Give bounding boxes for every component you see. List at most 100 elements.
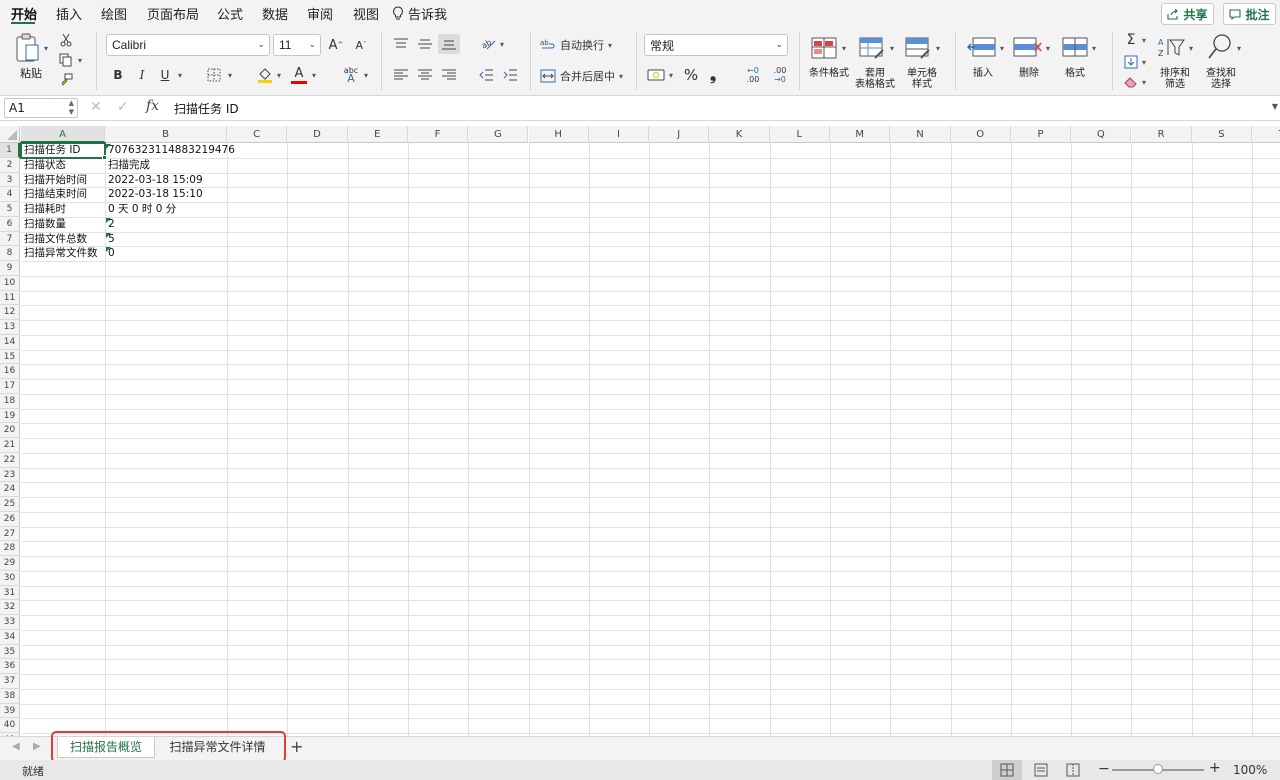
shrink-font-button[interactable]: Aˇ [352,36,370,54]
row-header-35[interactable]: 35 [0,644,20,660]
column-header-P[interactable]: P [1010,126,1072,143]
borders-button[interactable] [206,67,222,83]
cell-A8[interactable]: 扫描异常文件数 [21,246,98,261]
column-header-B[interactable]: B [105,126,227,143]
format-cells-dropdown-icon[interactable]: ▾ [1092,44,1096,53]
column-header-I[interactable]: I [588,126,650,143]
row-header-6[interactable]: 6 [0,216,20,232]
row-header-23[interactable]: 23 [0,467,20,483]
row-header-37[interactable]: 37 [0,674,20,689]
number-as-text-indicator[interactable] [106,232,111,238]
grow-font-button[interactable]: A ^ [327,36,345,54]
row-header-30[interactable]: 30 [0,570,20,586]
tab-review[interactable]: 审阅 [307,4,333,23]
column-header-T[interactable]: T [1252,126,1280,143]
row-header-2[interactable]: 2 [0,157,20,173]
zoom-level[interactable]: 100% [1233,763,1267,777]
scroll-sheets-left-icon[interactable]: ◀ [12,741,20,752]
column-header-K[interactable]: K [709,126,770,143]
row-header-16[interactable]: 16 [0,364,20,379]
increase-indent-button[interactable] [502,67,518,83]
zoom-slider-thumb[interactable] [1153,764,1163,774]
find-select-dropdown-icon[interactable]: ▾ [1237,44,1241,53]
cell-A7[interactable]: 扫描文件总数 [21,232,87,247]
phonetic-button[interactable]: abc A [340,66,362,85]
decrease-indent-button[interactable] [478,67,494,83]
paste-dropdown-icon[interactable]: ▾ [44,44,48,53]
find-select-button[interactable] [1206,32,1234,62]
row-header-24[interactable]: 24 [0,482,20,497]
align-bottom-button[interactable] [438,34,460,54]
tab-home[interactable]: 开始 [11,4,37,23]
tab-page-layout[interactable]: 页面布局 [147,4,199,23]
column-header-M[interactable]: M [830,126,891,143]
tab-draw[interactable]: 绘图 [101,4,127,23]
row-header-8[interactable]: 8 [0,246,20,261]
row-header-31[interactable]: 31 [0,585,20,601]
column-header-C[interactable]: C [227,126,288,143]
row-header-13[interactable]: 13 [0,320,20,335]
font-name-select[interactable]: Calibri ⌄ [106,34,270,56]
column-header-F[interactable]: F [407,126,469,143]
format-cells-button[interactable] [1061,34,1089,62]
format-painter-button[interactable] [58,72,74,88]
insert-function-button[interactable]: fx [146,98,159,114]
column-header-R[interactable]: R [1131,126,1192,143]
cell-B1[interactable]: 7076323114883219476 [105,143,235,158]
conditional-format-dropdown-icon[interactable]: ▾ [842,44,846,53]
cut-button[interactable] [58,32,74,48]
sort-filter-dropdown-icon[interactable]: ▾ [1189,44,1193,53]
scroll-sheets-right-icon[interactable]: ▶ [33,741,41,752]
confirm-entry-icon[interactable]: ✓ [117,99,129,115]
column-header-N[interactable]: N [890,126,951,143]
row-header-1[interactable]: 1 [0,143,20,158]
format-as-table-button[interactable] [858,34,886,62]
cell-A3[interactable]: 扫描开始时间 [21,173,87,188]
column-header-D[interactable]: D [287,126,348,143]
clear-dropdown-icon[interactable]: ▾ [1142,78,1146,87]
share-button[interactable]: 共享 [1161,3,1214,25]
row-header-40[interactable]: 40 [0,718,20,733]
sort-filter-button[interactable]: AZ [1158,34,1186,62]
row-header-18[interactable]: 18 [0,393,20,409]
cell-B4[interactable]: 2022-03-18 15:10 [105,187,203,202]
delete-cells-dropdown-icon[interactable]: ▾ [1046,44,1050,53]
cell-B2[interactable]: 扫描完成 [105,158,150,173]
formula-input[interactable]: 扫描任务 ID [174,100,239,117]
accounting-format-button[interactable] [646,67,666,83]
row-header-12[interactable]: 12 [0,305,20,320]
format-as-table-dropdown-icon[interactable]: ▾ [890,44,894,53]
clear-button[interactable] [1122,74,1140,90]
column-header-A[interactable]: A [21,126,105,143]
row-header-15[interactable]: 15 [0,349,20,365]
row-header-26[interactable]: 26 [0,511,20,527]
sheet-tab-scan-errors[interactable]: 扫描异常文件详情 [160,737,275,758]
fill-handle[interactable] [102,154,107,160]
fill-button[interactable] [1122,54,1140,70]
zoom-in-button[interactable]: + [1209,760,1221,776]
tab-view[interactable]: 视图 [353,4,379,23]
align-left-button[interactable] [393,67,409,83]
paste-button[interactable] [14,32,42,64]
borders-dropdown-icon[interactable]: ▾ [228,71,232,80]
font-color-dropdown-icon[interactable]: ▾ [312,71,316,80]
align-right-button[interactable] [441,67,457,83]
row-header-19[interactable]: 19 [0,408,20,424]
row-header-38[interactable]: 38 [0,688,20,704]
cell-styles-dropdown-icon[interactable]: ▾ [936,44,940,53]
orientation-button[interactable]: ab [480,36,498,52]
worksheet-grid[interactable]: ABCDEFGHIJKLMNOPQRST 1234567891011121314… [0,122,1280,736]
sheet-tab-scan-overview[interactable]: 扫描报告概览 [57,737,155,758]
copy-dropdown-icon[interactable]: ▾ [78,56,82,65]
row-header-33[interactable]: 33 [0,615,20,630]
tab-insert[interactable]: 插入 [56,4,82,23]
tab-formulas[interactable]: 公式 [217,4,243,23]
row-header-21[interactable]: 21 [0,438,20,453]
merge-center-button[interactable]: 合并后居中 ▾ [540,67,630,85]
tab-data[interactable]: 数据 [262,4,288,23]
expand-formula-bar-icon[interactable]: ▼ [1272,102,1278,111]
percent-button[interactable]: % [682,66,700,84]
column-header-L[interactable]: L [769,126,830,143]
page-layout-view-button[interactable] [1028,760,1054,780]
increase-decimal-button[interactable]: ←0 .00 [743,64,763,86]
